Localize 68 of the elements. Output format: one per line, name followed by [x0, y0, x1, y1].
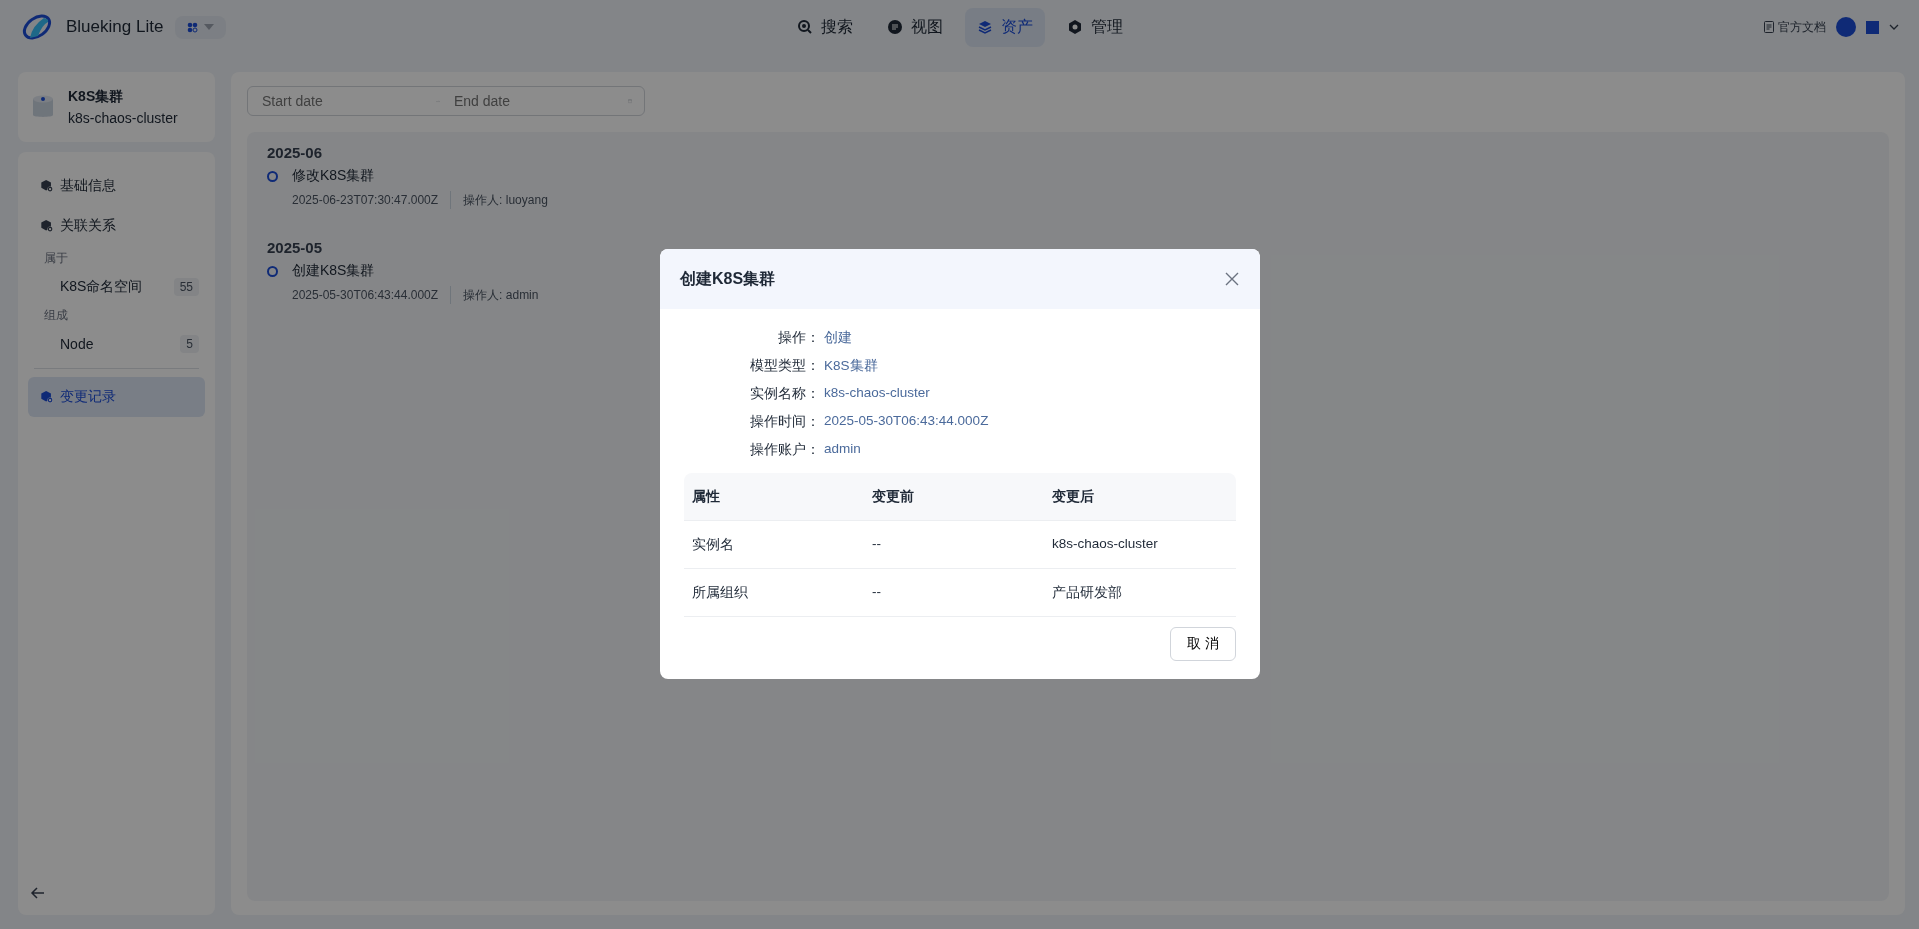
sidebar-item[interactable]: 关联关系 — [28, 206, 205, 246]
entry-operator: 操作人: luoyang — [463, 191, 548, 209]
app-name: Blueking Lite — [66, 17, 164, 37]
entry-time: 2025-05-30T06:43:44.000Z — [292, 288, 439, 302]
table-cell-text: -- — [871, 535, 882, 553]
date-range-field[interactable]: Start date End date — [247, 86, 645, 116]
month-heading: 2025-05 — [267, 239, 324, 256]
nav-tab[interactable]: 资产 — [964, 7, 1045, 47]
nav-tab[interactable]: 视图 — [874, 7, 955, 47]
sidebar-item[interactable]: 基础信息 — [28, 166, 205, 206]
docs-link[interactable]: 官方文档 — [1764, 18, 1826, 36]
column-header: 属性 — [691, 488, 721, 506]
table-cell-text: 实例名 — [691, 536, 735, 554]
group-label: 组成 — [43, 307, 69, 324]
relation-item[interactable]: K8S命名空间 — [60, 278, 143, 296]
model-name: K8S集群 — [68, 88, 125, 106]
table-cell-text: k8s-chaos-cluster — [1051, 535, 1159, 553]
month-heading: 2025-06 — [267, 144, 324, 161]
cancel-button[interactable]: 取 消 — [1170, 627, 1236, 661]
layers-icon — [976, 19, 993, 35]
end-date-input[interactable]: End date — [452, 92, 616, 110]
hexagon-gear-icon — [40, 219, 54, 233]
list-icon — [886, 19, 903, 35]
field-value: k8s-chaos-cluster — [824, 385, 931, 402]
count-badge: 5 — [180, 335, 199, 353]
field-label: 操作账户： — [749, 441, 821, 459]
cylinder-icon — [32, 94, 54, 120]
nav-tab[interactable]: 搜索 — [784, 7, 865, 47]
relation-item[interactable]: Node — [60, 336, 94, 352]
hexagon-gear-icon — [40, 390, 54, 404]
field-value: 2025-05-30T06:43:44.000Z — [824, 413, 990, 430]
gear-icon — [1066, 19, 1083, 35]
table-cell-text: -- — [871, 583, 882, 601]
field-value: admin — [824, 441, 862, 458]
count-badge: 55 — [173, 278, 199, 296]
sidebar-item[interactable]: 变更记录 — [28, 377, 205, 417]
field-label: 实例名称： — [749, 385, 821, 403]
column-header: 变更前 — [871, 488, 915, 506]
group-label: 属于 — [43, 250, 69, 267]
field-label: 操作： — [777, 329, 821, 347]
entry-title[interactable]: 修改K8S集群 — [292, 167, 548, 185]
field-value: K8S集群 — [824, 357, 879, 375]
table-cell-text: 所属组织 — [691, 584, 749, 602]
start-date-input[interactable]: Start date — [260, 92, 424, 110]
timeline-dot — [267, 266, 278, 277]
instance-name: k8s-chaos-cluster — [68, 110, 178, 126]
nav-tab[interactable]: 管理 — [1054, 7, 1135, 47]
field-value: 创建 — [824, 329, 853, 347]
entry-time: 2025-06-23T07:30:47.000Z — [292, 193, 439, 207]
close-icon[interactable] — [1224, 271, 1240, 287]
user-name-block — [1866, 20, 1879, 34]
field-label: 操作时间： — [749, 413, 821, 431]
document-icon — [1764, 21, 1774, 33]
dialog-title: 创建K8S集群 — [680, 268, 776, 289]
column-header: 变更后 — [1051, 488, 1095, 506]
apps-icon — [187, 21, 199, 33]
table-cell-text: 产品研发部 — [1051, 584, 1123, 602]
caret-icon — [204, 24, 215, 30]
entry-operator: 操作人: admin — [463, 286, 539, 304]
avatar[interactable] — [1836, 17, 1856, 37]
search-icon — [796, 19, 813, 35]
hexagon-gear-icon — [40, 179, 54, 193]
timeline-dot — [267, 171, 278, 182]
entry-title[interactable]: 创建K8S集群 — [292, 262, 539, 280]
app-switcher[interactable] — [175, 15, 227, 39]
back-arrow-icon[interactable] — [30, 885, 46, 901]
field-label: 模型类型： — [749, 357, 821, 375]
chevron-down-icon[interactable] — [1889, 24, 1899, 30]
